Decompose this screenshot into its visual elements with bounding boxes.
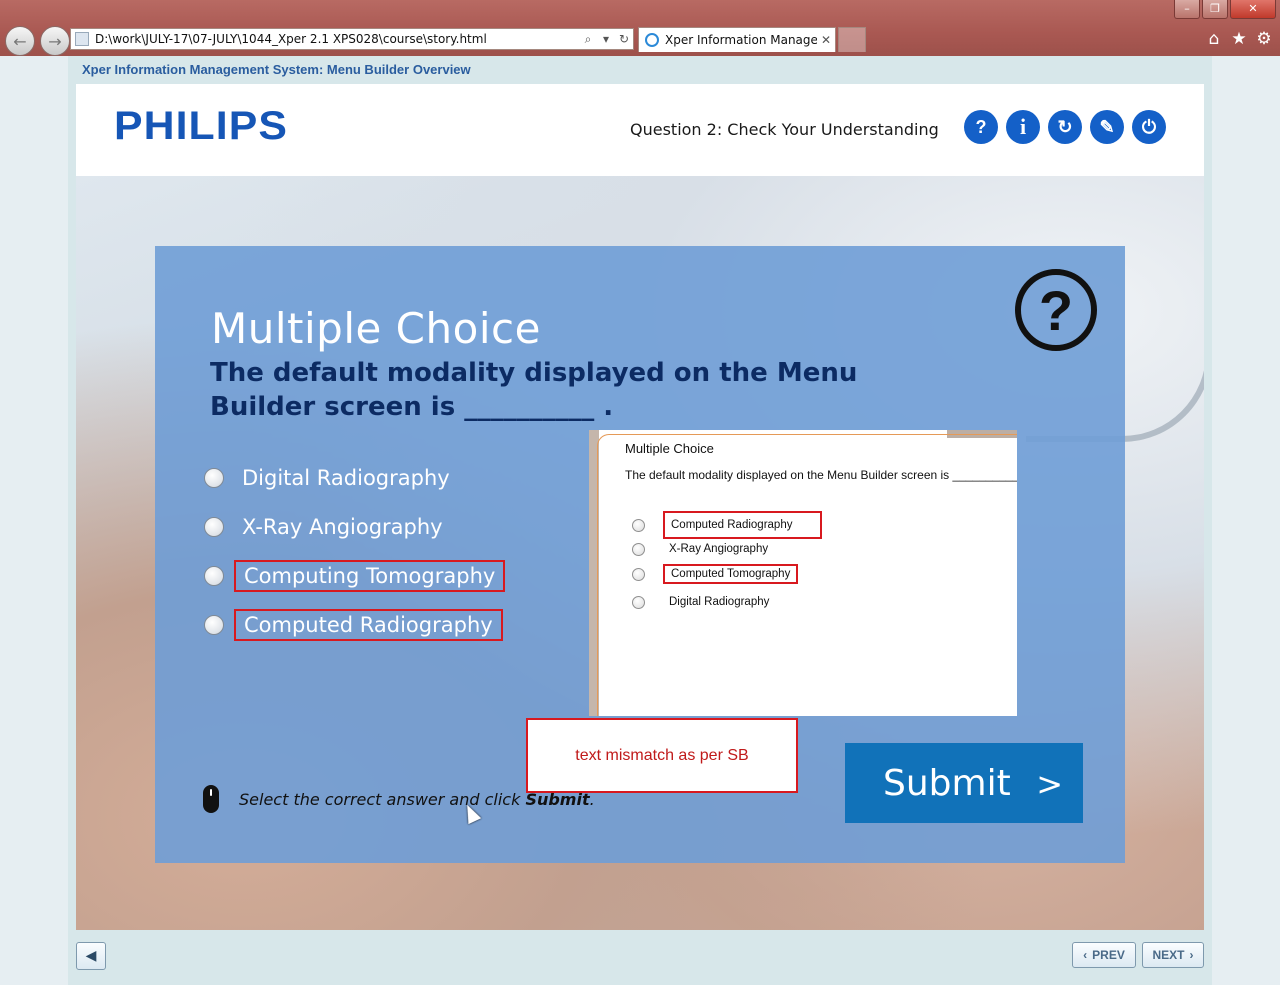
chevron-right-icon: ›: [1189, 948, 1194, 962]
radio-button[interactable]: [204, 615, 224, 635]
instruction-bold: Submit: [525, 789, 590, 809]
back-icon[interactable]: ←: [5, 26, 35, 56]
reference-panel: Multiple Choice The default modality dis…: [597, 434, 1017, 716]
review-comment-box: text mismatch as per SB: [526, 718, 798, 793]
close-icon[interactable]: ✕: [1230, 0, 1276, 19]
instruction-suffix: .: [589, 789, 595, 809]
chevron-right-icon: >: [1036, 765, 1063, 803]
question-heading: Question 2: Check Your Understanding: [630, 120, 939, 139]
reference-radio: [632, 518, 645, 532]
help-button[interactable]: ?: [964, 110, 998, 144]
answer-label-flagged[interactable]: Computing Tomography: [234, 560, 506, 592]
answer-option[interactable]: X-Ray Angiography: [204, 507, 451, 547]
window-controls: – ❐ ✕: [1174, 0, 1276, 20]
browser-title-bar: – ❐ ✕ ← → D:\work\JULY-17\07-JULY\1044_X…: [0, 0, 1280, 56]
answer-option[interactable]: Digital Radiography: [204, 458, 458, 498]
ie-logo-icon: [645, 33, 659, 47]
prev-label: PREV: [1092, 948, 1125, 962]
radio-button[interactable]: [204, 517, 224, 537]
question-mark-icon: ?: [1015, 269, 1097, 351]
prev-button[interactable]: ‹ PREV: [1072, 942, 1136, 968]
reference-option: X-Ray Angiography: [632, 538, 774, 560]
reference-radio: [632, 567, 645, 581]
browser-tab[interactable]: Xper Information Manage... ✕: [638, 27, 836, 52]
answer-label[interactable]: X-Ray Angiography: [234, 513, 451, 541]
course-player: Xper Information Management System: Menu…: [68, 56, 1212, 985]
radio-button[interactable]: [204, 468, 224, 488]
reference-title: Multiple Choice: [625, 441, 714, 456]
restore-icon[interactable]: ❐: [1202, 0, 1228, 19]
info-icon: i: [1019, 114, 1027, 139]
instruction-prefix: Select the correct answer and click: [239, 789, 526, 809]
reference-screenshot: Multiple Choice The default modality dis…: [589, 430, 1017, 716]
instruction: Select the correct answer and click Subm…: [203, 785, 595, 813]
reference-option: Digital Radiography: [632, 591, 775, 613]
next-button[interactable]: NEXT ›: [1142, 942, 1204, 968]
favorites-star-icon[interactable]: ★: [1228, 28, 1250, 50]
reference-option-label: Computed Tomography: [663, 564, 799, 584]
reference-option-label: Digital Radiography: [669, 596, 770, 608]
question-card: Multiple Choice The default modality dis…: [155, 246, 1125, 863]
submit-button[interactable]: Submit >: [845, 743, 1083, 823]
exit-button[interactable]: ⏻: [1132, 110, 1166, 144]
reference-option: Computed Radiography: [632, 511, 823, 539]
replay-button[interactable]: ↻: [1048, 110, 1082, 144]
reference-question: The default modality displayed on the Me…: [625, 468, 1017, 482]
answer-label[interactable]: Digital Radiography: [234, 464, 458, 492]
address-url[interactable]: D:\work\JULY-17\07-JULY\1044_Xper 2.1 XP…: [95, 32, 579, 46]
replay-icon: ↻: [1057, 116, 1073, 137]
new-tab-button[interactable]: [838, 27, 866, 52]
home-icon[interactable]: ⌂: [1203, 28, 1225, 50]
close-tab-icon[interactable]: ✕: [817, 33, 835, 47]
instruction-text: Select the correct answer and click Subm…: [239, 790, 595, 809]
mouse-icon: [203, 785, 219, 813]
next-label: NEXT: [1152, 948, 1185, 962]
search-icon[interactable]: ⌕: [579, 32, 597, 47]
tab-title: Xper Information Manage...: [665, 33, 817, 47]
page-favicon-icon: [75, 32, 89, 46]
course-title: Xper Information Management System: Menu…: [82, 62, 471, 77]
answer-label-flagged[interactable]: Computed Radiography: [234, 609, 503, 641]
resources-button[interactable]: ✎: [1090, 110, 1124, 144]
course-header: PHILIPS Question 2: Check Your Understan…: [76, 84, 1204, 176]
reference-option: Computed Tomography: [632, 563, 799, 585]
help-icon: ?: [975, 116, 987, 137]
dropdown-icon[interactable]: ▾: [597, 32, 615, 46]
reference-radio: [632, 542, 645, 556]
quiz-type-title: Multiple Choice: [211, 304, 541, 353]
question-text: The default modality displayed on the Me…: [210, 358, 858, 422]
forward-icon[interactable]: →: [40, 26, 70, 56]
volume-button[interactable]: ◀: [76, 942, 106, 970]
reference-option-label: Computed Radiography: [663, 511, 823, 539]
info-button[interactable]: i: [1006, 110, 1040, 144]
refresh-icon[interactable]: ↻: [615, 32, 633, 46]
answer-option[interactable]: Computing Tomography: [204, 556, 506, 596]
settings-gear-icon[interactable]: ⚙: [1253, 28, 1275, 50]
power-icon: ⏻: [1141, 116, 1157, 137]
radio-button[interactable]: [204, 566, 224, 586]
pen-icon: ✎: [1099, 116, 1115, 137]
reference-option-label: X-Ray Angiography: [669, 543, 769, 555]
speaker-icon: ◀: [85, 948, 97, 964]
slide-stage: Multiple Choice The default modality dis…: [76, 176, 1204, 930]
reference-radio: [632, 595, 645, 609]
submit-label: Submit: [883, 762, 1011, 804]
minimize-icon[interactable]: –: [1174, 0, 1200, 19]
address-bar[interactable]: D:\work\JULY-17\07-JULY\1044_Xper 2.1 XP…: [70, 28, 634, 50]
chevron-left-icon: ‹: [1083, 948, 1088, 962]
philips-logo: PHILIPS: [114, 104, 288, 148]
player-footer: ◀ ‹ PREV NEXT ›: [68, 930, 1212, 985]
answer-option[interactable]: Computed Radiography: [204, 605, 503, 645]
